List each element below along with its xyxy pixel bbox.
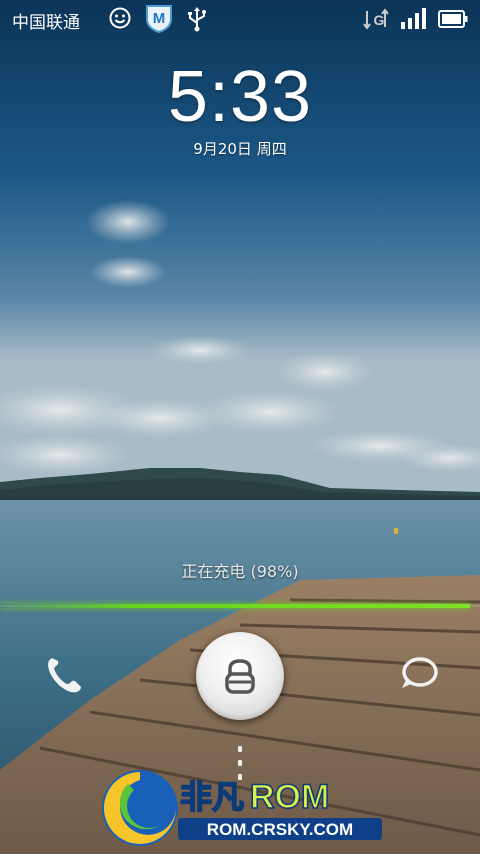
unlock-button[interactable] [196,632,284,720]
carrier-label: 中国联通 [12,13,80,33]
smiley-icon [108,6,132,35]
charging-progress-fill [0,604,471,608]
watermark-url: ROM.CRSKY.COM [207,820,353,839]
charging-progress-bar [0,604,480,608]
usb-icon [186,6,208,37]
battery-icon [438,10,468,33]
watermark-logo: 非凡 ROM ROM.CRSKY.COM [98,762,388,852]
clock-time: 5:33 [167,57,313,137]
charging-status: 正在充电 (98%) [181,562,299,581]
phone-button[interactable] [40,652,86,698]
shield-m-icon: M [144,3,174,38]
status-bar: 中国联通 M G [0,0,480,38]
message-button[interactable] [396,652,442,698]
data-g-icon: G [362,7,390,36]
signal-icon [400,8,428,35]
watermark-brand-cn: 非凡 [180,778,244,816]
clock-date: 9月20日 周四 [193,140,287,158]
unlock-icon [225,659,255,694]
phone-icon [48,658,81,693]
watermark-brand-en: ROM [250,778,329,816]
svg-text:M: M [153,10,166,27]
message-icon [402,657,438,688]
